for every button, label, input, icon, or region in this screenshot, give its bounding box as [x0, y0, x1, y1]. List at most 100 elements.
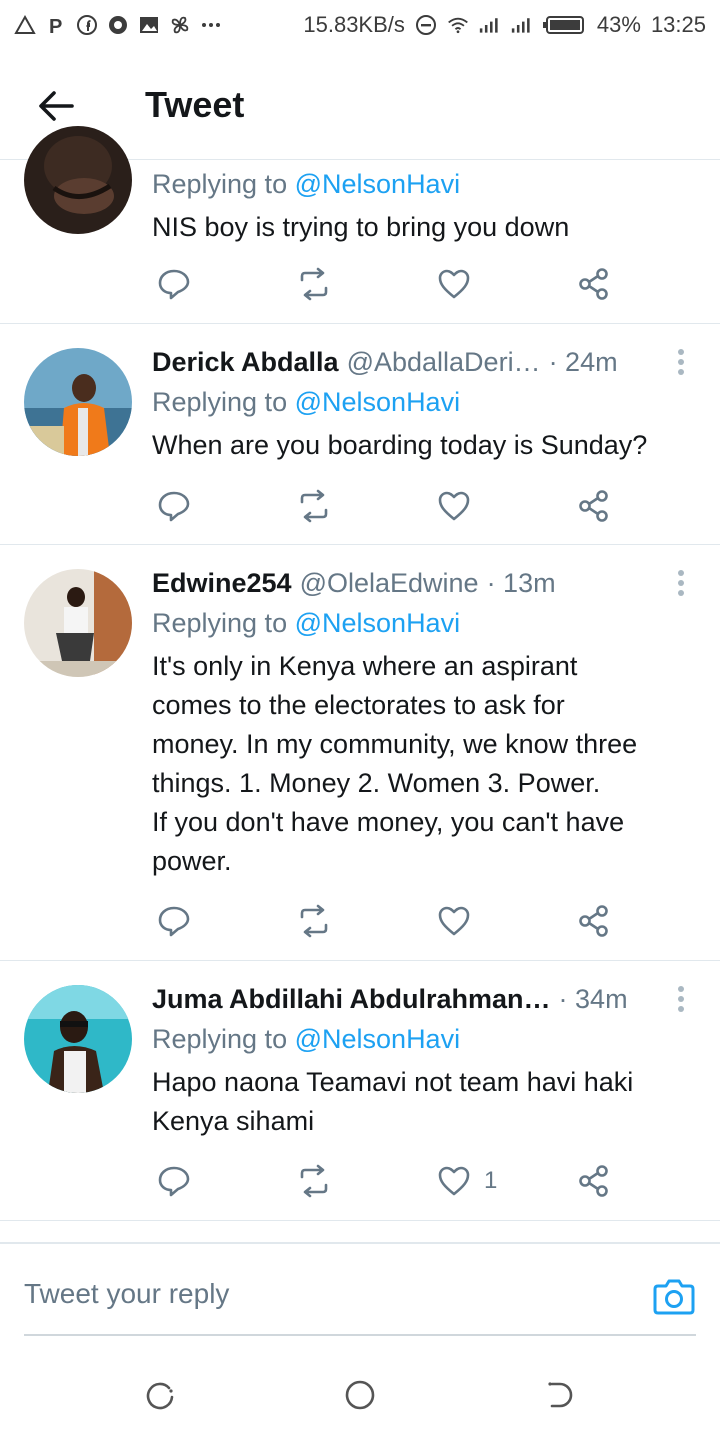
tweet-actions — [152, 486, 622, 526]
home-button[interactable] — [340, 1375, 380, 1415]
back-nav-button[interactable] — [540, 1375, 580, 1415]
replies-feed[interactable]: Replying to @NelsonHavi NIS boy is tryin… — [0, 126, 720, 1221]
tweet-text: NIS boy is trying to bring you down — [152, 212, 570, 242]
reply-button[interactable] — [156, 486, 192, 526]
clock: 13:25 — [650, 12, 706, 37]
more-options-button[interactable] — [666, 981, 696, 1017]
share-button[interactable] — [576, 901, 612, 941]
like-button[interactable] — [436, 901, 472, 941]
heart-icon — [438, 1166, 470, 1196]
tweet-text: Hapo naona Teamavi not team havi haki Ke… — [152, 1063, 696, 1141]
camera-icon — [653, 1279, 695, 1315]
share-button[interactable] — [576, 486, 612, 526]
home-circle-icon — [345, 1380, 375, 1410]
page-title: Tweet — [145, 84, 245, 125]
avatar[interactable] — [24, 348, 132, 456]
tweet-item[interactable]: Derick Abdalla @AbdallaDeri… · 24m Reply… — [0, 324, 720, 545]
facebook-icon — [76, 14, 98, 36]
tweet-header: Juma Abdillahi Abdulrahman… · 34m — [152, 981, 696, 1017]
tweet-item[interactable]: Edwine254 @OlelaEdwine · 13m Replying to… — [0, 545, 720, 961]
like-button[interactable] — [436, 486, 472, 526]
pinwheel-icon — [169, 14, 191, 36]
tweet-text-line: Hapo naona Teamavi not team havi haki — [152, 1067, 634, 1097]
tweet-text-line: If you don't have money, you can't have — [152, 807, 625, 837]
tweet-item[interactable]: Replying to @NelsonHavi NIS boy is tryin… — [0, 126, 720, 324]
reply-bubble-icon — [158, 906, 190, 937]
wifi-icon — [447, 14, 469, 36]
display-name[interactable]: Juma Abdillahi Abdulrahman… — [152, 984, 551, 1015]
reply-button[interactable] — [156, 901, 192, 941]
heart-icon — [438, 906, 470, 936]
tweet-text-line: comes to the electorates to ask for — [152, 690, 565, 720]
timestamp[interactable]: · 34m — [559, 984, 628, 1015]
battery-percent: 43% — [596, 12, 641, 37]
retweet-icon — [300, 489, 328, 523]
do-not-disturb-icon — [415, 14, 437, 36]
display-name[interactable]: Derick Abdalla — [152, 347, 339, 378]
vertical-dots-icon — [678, 570, 684, 596]
reply-input[interactable]: Tweet your reply — [24, 1278, 229, 1310]
retweet-button[interactable] — [296, 486, 332, 526]
share-icon — [579, 905, 608, 937]
reply-bubble-icon — [158, 269, 190, 300]
avatar[interactable] — [24, 985, 132, 1093]
battery-icon — [542, 14, 587, 36]
tweet-text-line: things. 1. Money 2. Women 3. Power. — [152, 768, 601, 798]
share-button[interactable] — [576, 264, 612, 304]
replying-prefix: Replying to — [152, 387, 288, 417]
tweet-text-line: Kenya sihami — [152, 1106, 315, 1136]
retweet-button[interactable] — [296, 264, 332, 304]
arrow-left-icon — [39, 91, 74, 121]
vertical-dots-icon — [678, 349, 684, 375]
mention-link[interactable]: @NelsonHavi — [295, 608, 460, 638]
back-button[interactable] — [34, 86, 78, 126]
tweet-actions — [152, 264, 622, 304]
mention-link[interactable]: @NelsonHavi — [295, 387, 460, 417]
retweet-button[interactable] — [296, 1161, 332, 1201]
user-handle[interactable]: @AbdallaDeri… — [347, 347, 541, 378]
reply-button[interactable] — [156, 264, 192, 304]
more-options-button[interactable] — [666, 565, 696, 601]
share-button[interactable] — [576, 1161, 612, 1201]
tweet-actions: 1 — [152, 1161, 622, 1201]
vertical-dots-icon — [678, 986, 684, 1012]
more-options-button[interactable] — [666, 344, 696, 380]
retweet-icon — [300, 267, 328, 301]
chrome-icon — [107, 14, 129, 36]
replying-to: Replying to @NelsonHavi — [152, 1019, 696, 1059]
tweet-header: Edwine254 @OlelaEdwine · 13m — [152, 565, 696, 601]
heart-icon — [438, 491, 470, 521]
replying-to: Replying to @NelsonHavi — [152, 603, 696, 643]
avatar[interactable] — [24, 126, 132, 234]
timestamp[interactable]: · 24m — [549, 347, 618, 378]
tweet-text: When are you boarding today is Sunday? — [152, 430, 648, 460]
mention-link[interactable]: @NelsonHavi — [295, 1024, 460, 1054]
avatar[interactable] — [24, 569, 132, 677]
user-handle[interactable]: @OlelaEdwine — [300, 568, 479, 599]
reply-bubble-icon — [158, 491, 190, 522]
replying-to: Replying to @NelsonHavi — [152, 164, 696, 204]
replying-prefix: Replying to — [152, 1024, 288, 1054]
recent-apps-button[interactable] — [140, 1375, 180, 1415]
heart-icon — [438, 269, 470, 299]
tweet-text-line: money. In my community, we know three — [152, 729, 638, 759]
retweet-icon — [300, 904, 328, 938]
divider — [24, 1334, 696, 1336]
mention-link[interactable]: @NelsonHavi — [295, 169, 460, 199]
like-button[interactable]: 1 — [436, 1161, 497, 1201]
status-bar: P 15.83KB/s 43% 13:25 — [0, 0, 720, 50]
parking-icon: P — [45, 14, 67, 36]
like-button[interactable] — [436, 264, 472, 304]
tweet-text-line: It's only in Kenya where an aspirant — [152, 651, 578, 681]
tweet-item[interactable]: Juma Abdillahi Abdulrahman… · 34m Replyi… — [0, 961, 720, 1221]
warning-triangle-icon — [14, 14, 36, 36]
display-name[interactable]: Edwine254 — [152, 568, 292, 599]
reply-button[interactable] — [156, 1161, 192, 1201]
signal-strength-2-icon — [511, 14, 533, 36]
retweet-button[interactable] — [296, 901, 332, 941]
reply-composer: Tweet your reply — [0, 1242, 720, 1336]
gallery-icon — [138, 14, 160, 36]
camera-button[interactable] — [652, 1274, 696, 1318]
share-icon — [579, 1165, 608, 1197]
timestamp[interactable]: · 13m — [487, 568, 556, 599]
